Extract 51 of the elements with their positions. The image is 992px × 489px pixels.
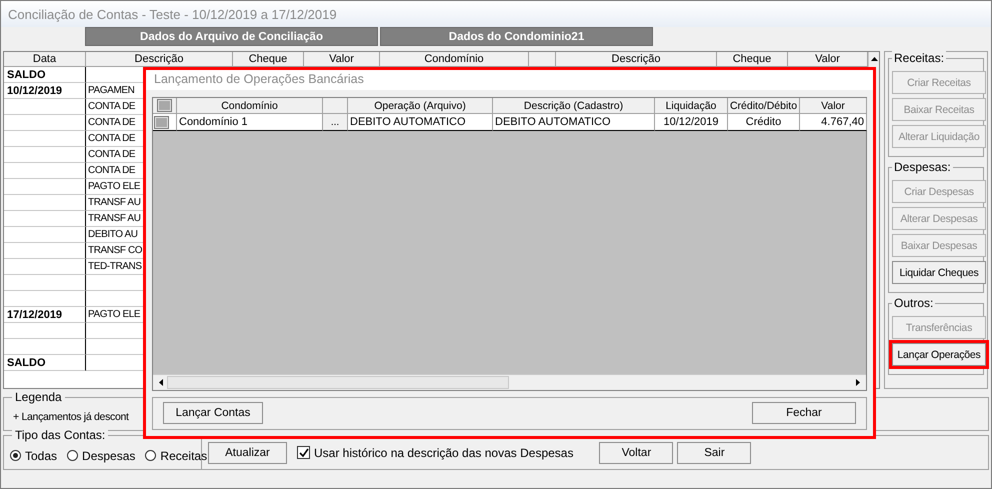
group-title: Tipo das Contas:: [12, 428, 108, 442]
column-header: Crédito/Débito: [728, 98, 800, 114]
group-title: Outros:: [892, 296, 936, 310]
scroll-up-icon[interactable]: [870, 57, 878, 61]
column-header: Descrição (Cadastro): [493, 98, 655, 114]
column-header: Valor: [304, 52, 380, 67]
action-button[interactable]: Sair: [677, 442, 752, 464]
column-header: Condomínio: [380, 52, 529, 67]
radio-option[interactable]: Receitas: [145, 448, 208, 462]
column-header: Descrição: [556, 52, 717, 67]
scrollbar[interactable]: [153, 374, 866, 390]
table-cell: 10/12/2019: [655, 114, 728, 131]
side-button[interactable]: Liquidar Cheques: [892, 261, 986, 284]
table-cell: SALDO: [4, 67, 86, 83]
column-header: Liquidação: [655, 98, 728, 114]
checkbox-label: Usar histórico na descrição das novas Despesas: [314, 446, 574, 460]
group-header: Dados do Condominio21: [380, 27, 653, 46]
column-header: Operação (Arquivo): [348, 98, 493, 114]
table-cell: 10/12/2019: [4, 83, 86, 99]
group-title: Despesas:: [892, 160, 953, 174]
window-title: Conciliação de Contas - Teste - 10/12/2019 a 17/12/2019: [8, 6, 337, 22]
radio-option[interactable]: Despesas: [67, 448, 136, 462]
scrollbar-thumb[interactable]: [167, 376, 509, 389]
checkbox[interactable]: [297, 446, 310, 459]
legend-text: + Lançamentos já descont: [13, 411, 129, 423]
update-button[interactable]: Atualizar: [208, 442, 287, 464]
radio-option[interactable]: Todas: [10, 448, 58, 462]
table-cell: Condomínio 1: [177, 114, 323, 131]
dialog-button[interactable]: Lançar Contas: [163, 402, 263, 424]
column-header: Valor: [788, 52, 868, 67]
dialog-title: Lançamento de Operações Bancárias: [154, 72, 365, 86]
action-button[interactable]: Voltar: [599, 442, 674, 464]
column-header: Cheque: [717, 52, 788, 67]
scroll-right-icon[interactable]: [856, 378, 860, 386]
table-cell: SALDO: [4, 355, 86, 371]
column-header: Data: [4, 52, 86, 67]
table-cell: DEBITO AUTOMATICO: [348, 114, 493, 131]
dialog-button[interactable]: Fechar: [752, 402, 856, 424]
group-title: Legenda: [12, 390, 65, 404]
table-cell: 17/12/2019: [4, 307, 86, 323]
table-cell: Crédito: [728, 114, 800, 131]
column-header: Condomínio: [177, 98, 323, 114]
group-header: Dados do Arquivo de Conciliação: [85, 27, 378, 46]
table-cell: DEBITO AUTOMATICO: [493, 114, 655, 131]
group-title: Receitas:: [892, 51, 946, 65]
column-header: Descrição: [86, 52, 233, 67]
scroll-left-icon[interactable]: [159, 378, 163, 386]
column-header: Valor: [800, 98, 867, 114]
column-header: Cheque: [233, 52, 304, 67]
side-button[interactable]: Lançar Operações: [892, 343, 986, 366]
table-cell: 4.767,40: [800, 114, 867, 131]
